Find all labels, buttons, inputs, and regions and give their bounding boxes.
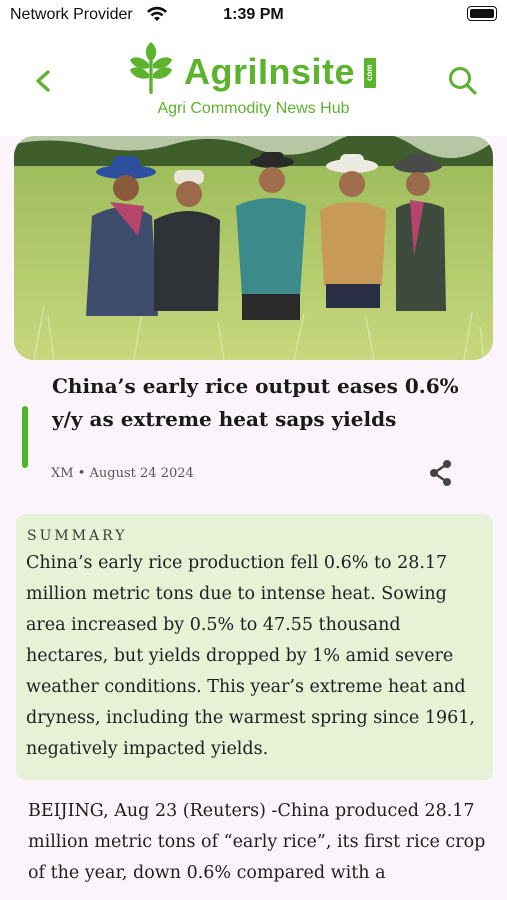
article-meta: XM • August 24 2024 [51, 466, 194, 481]
search-icon[interactable] [446, 64, 480, 98]
share-icon[interactable] [428, 459, 454, 487]
app-logo: AgriInsite com [128, 40, 380, 100]
article-date: August 24 2024 [89, 466, 194, 481]
logo-text: AgriInsite [184, 51, 356, 92]
headline-accent-bar [22, 406, 28, 468]
tagline: Agri Commodity News Hub [157, 100, 350, 117]
leaf-logo-icon [130, 42, 172, 94]
clock: 1:39 PM [223, 6, 284, 23]
status-bar: Network Provider 1:39 PM [0, 0, 507, 30]
logo-badge: com [364, 58, 376, 88]
article-body: BEIJING, Aug 23 (Reuters) -China produce… [28, 801, 486, 883]
article-content: China’s early rice output eases 0.6% y/y… [0, 136, 507, 900]
summary-card: SUMMARY China’s early rice production fe… [16, 514, 493, 780]
summary-text: China’s early rice production fell 0.6% … [26, 553, 475, 759]
chevron-left-icon[interactable] [30, 64, 58, 98]
battery-icon [467, 6, 497, 21]
summary-label: SUMMARY [27, 528, 128, 544]
meta-separator: • [77, 466, 86, 481]
app-header: AgriInsite com Agri Commodity News Hub [0, 30, 507, 136]
hero-image[interactable] [14, 136, 493, 360]
article-headline: China’s early rice output eases 0.6% y/y… [52, 374, 459, 431]
article-source: XM [51, 466, 74, 481]
